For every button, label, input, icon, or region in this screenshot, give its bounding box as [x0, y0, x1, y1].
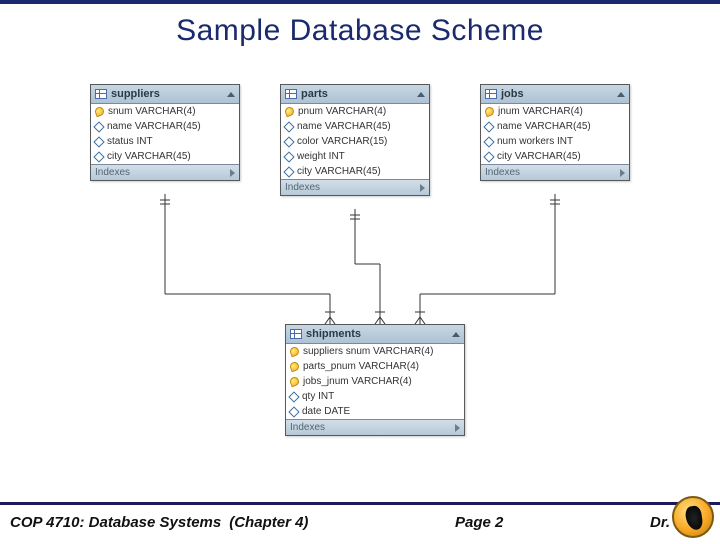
- table-columns: jnum VARCHAR(4) name VARCHAR(45) num wor…: [481, 104, 629, 164]
- column-row: name VARCHAR(45): [91, 119, 239, 134]
- column-row: date DATE: [286, 404, 464, 419]
- chevron-up-icon: [452, 332, 460, 337]
- table-name: suppliers: [111, 88, 160, 100]
- table-name: parts: [301, 88, 328, 100]
- column-row: suppliers snum VARCHAR(4): [286, 344, 464, 359]
- key-icon: [284, 106, 296, 118]
- column-row: city VARCHAR(45): [91, 149, 239, 164]
- table-footer: Indexes: [281, 179, 429, 195]
- diamond-icon: [288, 391, 299, 402]
- table-jobs: jobs jnum VARCHAR(4) name VARCHAR(45) nu…: [480, 84, 630, 181]
- column-row: name VARCHAR(45): [281, 119, 429, 134]
- key-icon: [484, 106, 496, 118]
- diamond-icon: [283, 151, 294, 162]
- table-icon: [285, 89, 297, 99]
- column-row: weight INT: [281, 149, 429, 164]
- table-icon: [290, 329, 302, 339]
- table-footer: Indexes: [91, 164, 239, 180]
- key-icon: [289, 346, 301, 358]
- column-row: status INT: [91, 134, 239, 149]
- table-icon: [485, 89, 497, 99]
- diamond-icon: [283, 121, 294, 132]
- triangle-right-icon: [620, 169, 625, 177]
- ucf-logo-icon: [672, 496, 714, 538]
- table-name: shipments: [306, 328, 361, 340]
- table-footer: Indexes: [481, 164, 629, 180]
- table-header: parts: [281, 85, 429, 104]
- footer-page: Page 2: [455, 514, 503, 531]
- page-title: Sample Database Scheme: [0, 14, 720, 48]
- key-icon: [289, 376, 301, 388]
- table-suppliers: suppliers snum VARCHAR(4) name VARCHAR(4…: [90, 84, 240, 181]
- table-parts: parts pnum VARCHAR(4) name VARCHAR(45) c…: [280, 84, 430, 196]
- slide: Sample Database Scheme suppliers: [0, 0, 720, 540]
- diamond-icon: [283, 166, 294, 177]
- diamond-icon: [483, 151, 494, 162]
- table-shipments: shipments suppliers snum VARCHAR(4) part…: [285, 324, 465, 436]
- table-columns: pnum VARCHAR(4) name VARCHAR(45) color V…: [281, 104, 429, 179]
- column-row: parts_pnum VARCHAR(4): [286, 359, 464, 374]
- chevron-up-icon: [617, 92, 625, 97]
- column-row: city VARCHAR(45): [481, 149, 629, 164]
- diamond-icon: [283, 136, 294, 147]
- footer-author: Dr.: [650, 514, 670, 531]
- table-columns: suppliers snum VARCHAR(4) parts_pnum VAR…: [286, 344, 464, 419]
- diamond-icon: [483, 136, 494, 147]
- diamond-icon: [288, 406, 299, 417]
- column-row: jobs_jnum VARCHAR(4): [286, 374, 464, 389]
- table-header: shipments: [286, 325, 464, 344]
- table-header: suppliers: [91, 85, 239, 104]
- table-columns: snum VARCHAR(4) name VARCHAR(45) status …: [91, 104, 239, 164]
- table-header: jobs: [481, 85, 629, 104]
- diamond-icon: [93, 136, 104, 147]
- column-row: pnum VARCHAR(4): [281, 104, 429, 119]
- slide-footer: COP 4710: Database Systems (Chapter 4) P…: [0, 502, 720, 540]
- triangle-right-icon: [455, 424, 460, 432]
- key-icon: [94, 106, 106, 118]
- diamond-icon: [93, 151, 104, 162]
- column-row: jnum VARCHAR(4): [481, 104, 629, 119]
- column-row: city VARCHAR(45): [281, 164, 429, 179]
- column-row: qty INT: [286, 389, 464, 404]
- triangle-right-icon: [420, 184, 425, 192]
- column-row: snum VARCHAR(4): [91, 104, 239, 119]
- table-footer: Indexes: [286, 419, 464, 435]
- footer-chapter: (Chapter 4): [229, 514, 308, 531]
- table-icon: [95, 89, 107, 99]
- footer-course: COP 4710: Database Systems: [10, 514, 221, 531]
- column-row: num workers INT: [481, 134, 629, 149]
- column-row: name VARCHAR(45): [481, 119, 629, 134]
- diamond-icon: [93, 121, 104, 132]
- chevron-up-icon: [227, 92, 235, 97]
- key-icon: [289, 361, 301, 373]
- column-row: color VARCHAR(15): [281, 134, 429, 149]
- chevron-up-icon: [417, 92, 425, 97]
- triangle-right-icon: [230, 169, 235, 177]
- diamond-icon: [483, 121, 494, 132]
- table-name: jobs: [501, 88, 524, 100]
